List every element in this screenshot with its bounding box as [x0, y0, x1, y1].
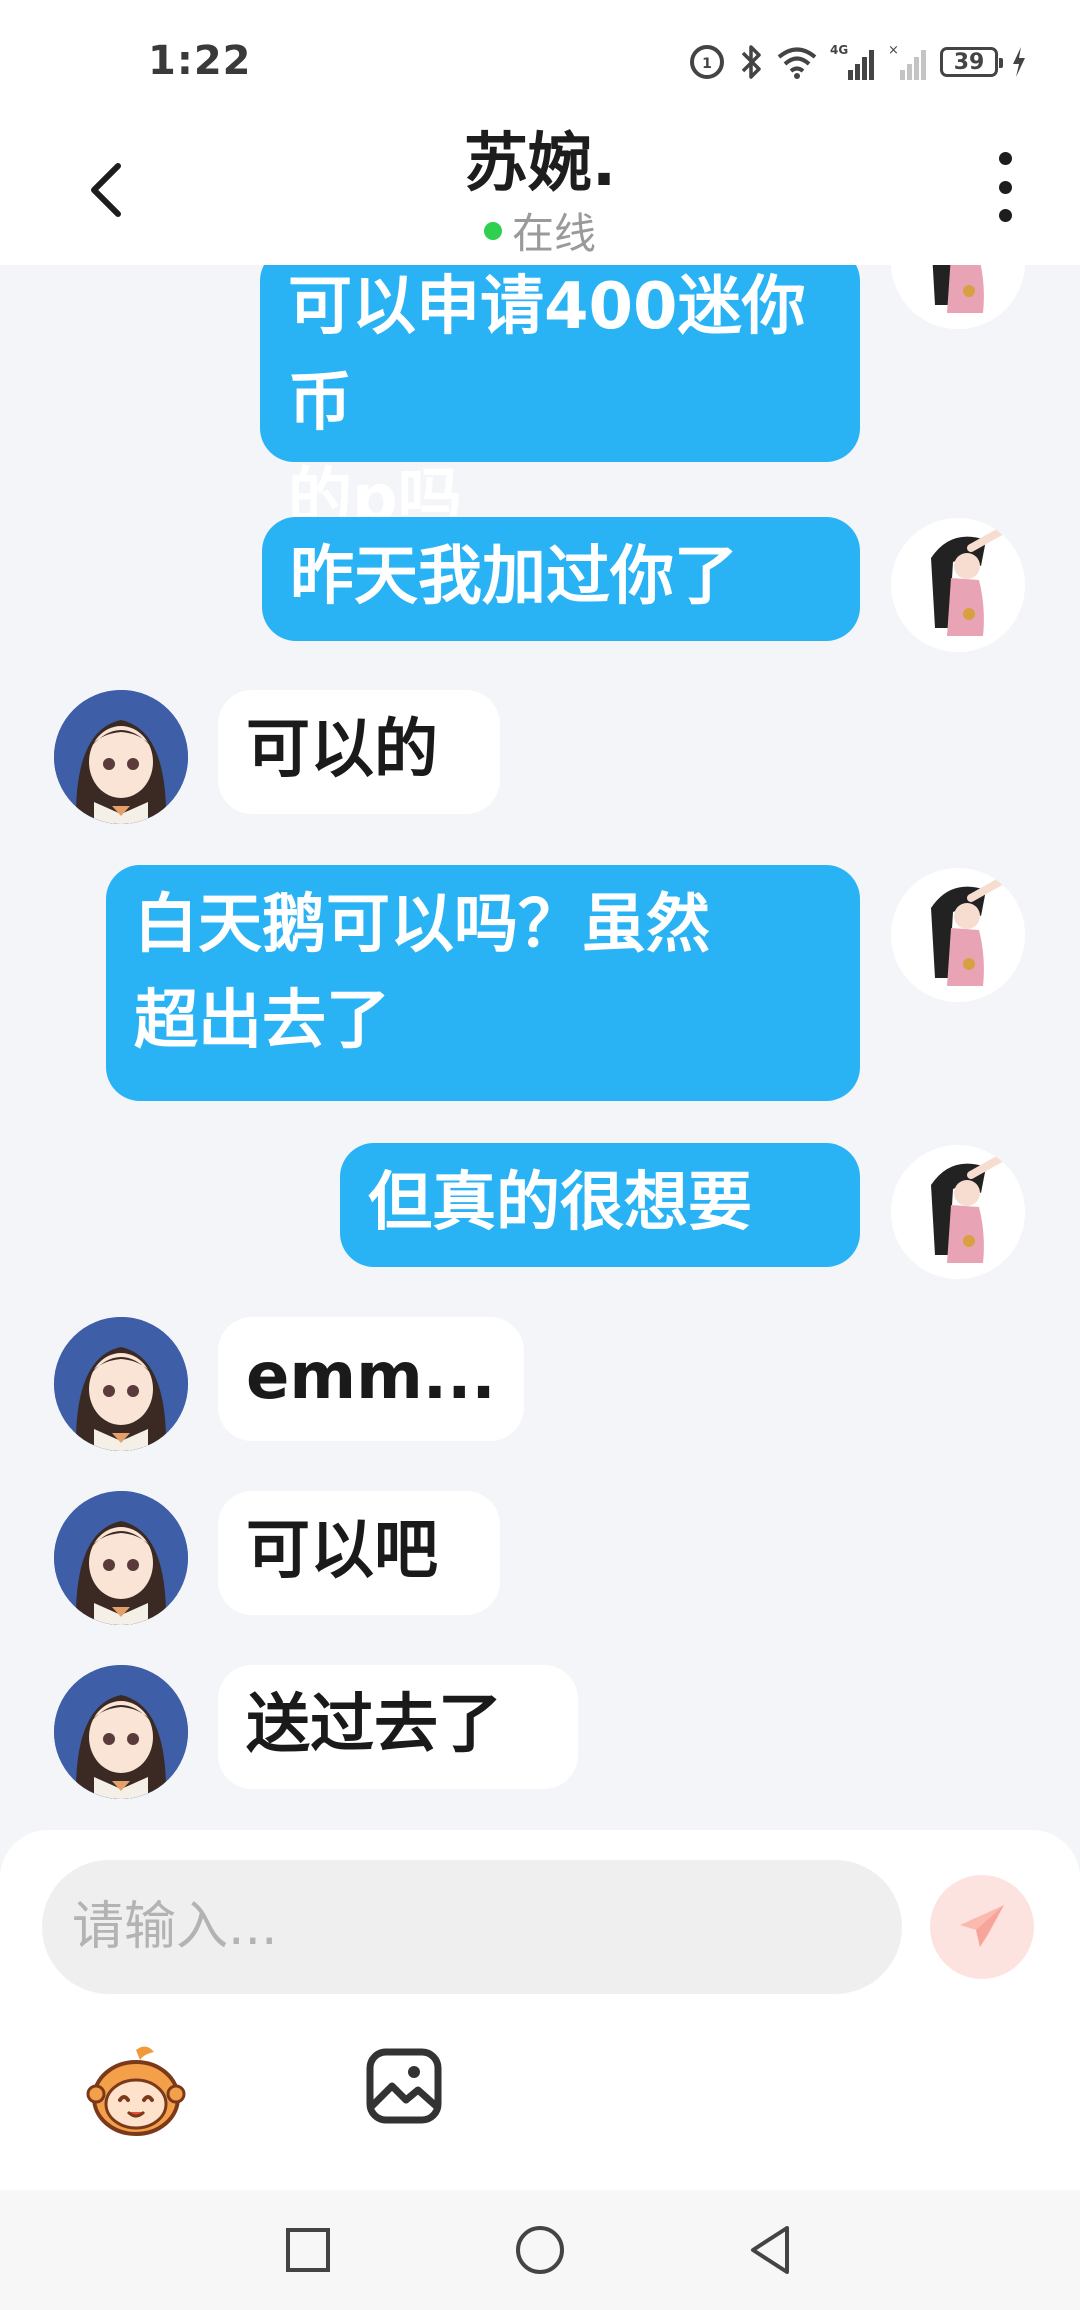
- square-icon: [286, 2228, 330, 2272]
- online-status: 在线: [0, 200, 1080, 261]
- signal-4g-icon: 4G: [830, 43, 874, 80]
- user-avatar-image: [891, 265, 1025, 329]
- svg-text:×: ×: [888, 43, 899, 58]
- online-status-text: 在线: [511, 209, 596, 258]
- avatar[interactable]: [54, 690, 188, 824]
- message-bubble-outgoing[interactable]: 昨天我加过你了: [262, 517, 860, 641]
- user-avatar-image: [891, 868, 1025, 1002]
- user-avatar-image: [891, 518, 1025, 652]
- contact-avatar-image: [54, 1491, 188, 1625]
- avatar[interactable]: [54, 1665, 188, 1799]
- message-bubble-outgoing[interactable]: 但真的很想要: [340, 1143, 860, 1267]
- data-saver-icon: 1: [690, 45, 724, 79]
- message-bubble-incoming[interactable]: emm...: [218, 1317, 524, 1441]
- avatar[interactable]: [54, 1317, 188, 1451]
- recent-apps-button[interactable]: [278, 2220, 338, 2280]
- contact-name: 苏婉.: [463, 127, 617, 201]
- signal-empty-icon: ×: [888, 43, 926, 80]
- home-button[interactable]: [510, 2220, 570, 2280]
- status-icons: 1 4G × 39: [688, 40, 1028, 84]
- image-icon: [366, 2048, 442, 2124]
- message-input[interactable]: [42, 1860, 902, 1994]
- avatar[interactable]: [891, 518, 1025, 652]
- status-time: 1:22: [148, 38, 252, 84]
- triangle-back-icon: [751, 2226, 789, 2274]
- more-options-button[interactable]: [990, 152, 1020, 222]
- contact-avatar-image: [54, 1665, 188, 1799]
- avatar[interactable]: [891, 265, 1025, 329]
- nav-back-button[interactable]: [740, 2220, 800, 2280]
- emoji-button[interactable]: [84, 2040, 188, 2144]
- chat-header: 苏婉. 在线: [0, 100, 1080, 265]
- charging-icon: [1013, 47, 1025, 77]
- message-list[interactable]: 可以申请400迷你币 的p吗 昨天我加过你了 可以的 白天鹅可以吗？虽然 超出去…: [0, 265, 1080, 1830]
- input-panel: [0, 1830, 1080, 2190]
- online-dot-icon: [483, 221, 502, 240]
- avatar[interactable]: [891, 1145, 1025, 1279]
- svg-text:1: 1: [702, 56, 712, 72]
- battery-indicator: 39: [940, 47, 1003, 77]
- avatar[interactable]: [891, 868, 1025, 1002]
- image-button[interactable]: [364, 2046, 444, 2126]
- message-bubble-incoming[interactable]: 送过去了: [218, 1665, 578, 1789]
- svg-text:4G: 4G: [830, 43, 848, 57]
- send-icon: [960, 1905, 1004, 1947]
- message-bubble-outgoing[interactable]: 可以申请400迷你币 的p吗: [260, 265, 860, 536]
- message-bubble-incoming[interactable]: 可以吧: [218, 1491, 500, 1615]
- avatar[interactable]: [54, 1491, 188, 1625]
- contact-avatar-image: [54, 1317, 188, 1451]
- more-vertical-icon: [998, 152, 1012, 165]
- user-avatar-image: [891, 1145, 1025, 1279]
- contact-avatar-image: [54, 690, 188, 824]
- send-button[interactable]: [930, 1875, 1034, 1979]
- message-bubble-outgoing[interactable]: 白天鹅可以吗？虽然 超出去了: [106, 865, 860, 1101]
- bluetooth-icon: [741, 45, 761, 79]
- message-bubble-incoming[interactable]: 可以的: [218, 690, 500, 814]
- emoji-mascot-icon: [86, 2046, 186, 2136]
- system-nav-bar: [0, 2190, 1080, 2310]
- wifi-icon: [777, 47, 817, 79]
- circle-icon: [516, 2226, 564, 2274]
